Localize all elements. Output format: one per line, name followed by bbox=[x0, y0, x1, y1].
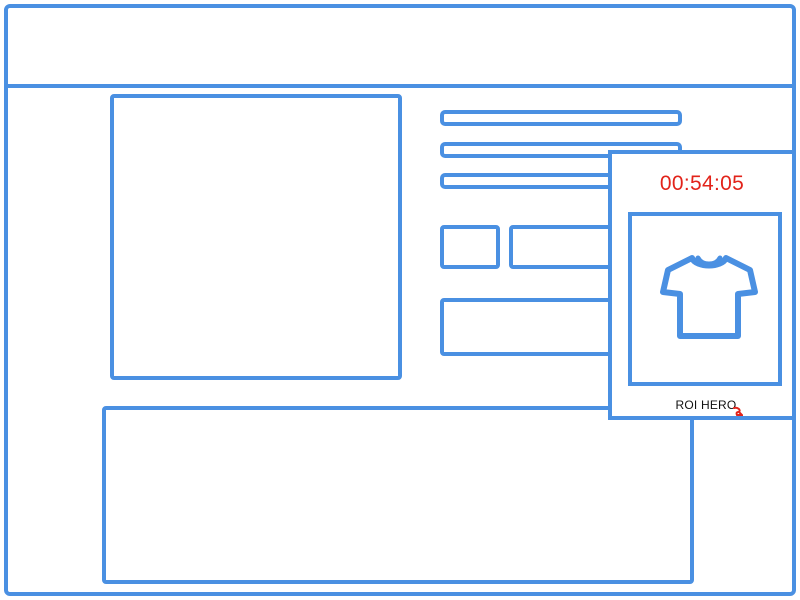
countdown-timer: 00:54:05 bbox=[659, 172, 745, 195]
red-swoosh-icon bbox=[733, 406, 743, 416]
page-header bbox=[8, 8, 792, 88]
product-image-placeholder bbox=[110, 94, 402, 380]
widget-product-image[interactable] bbox=[628, 212, 782, 386]
t-shirt-icon bbox=[660, 255, 758, 339]
product-title-line bbox=[440, 110, 682, 126]
product-description-block bbox=[102, 406, 694, 584]
quantity-field[interactable] bbox=[440, 225, 500, 269]
brand-label: ROI HERO bbox=[675, 398, 737, 412]
countdown-widget[interactable]: 00:54:05 ROI HERO bbox=[608, 150, 796, 420]
